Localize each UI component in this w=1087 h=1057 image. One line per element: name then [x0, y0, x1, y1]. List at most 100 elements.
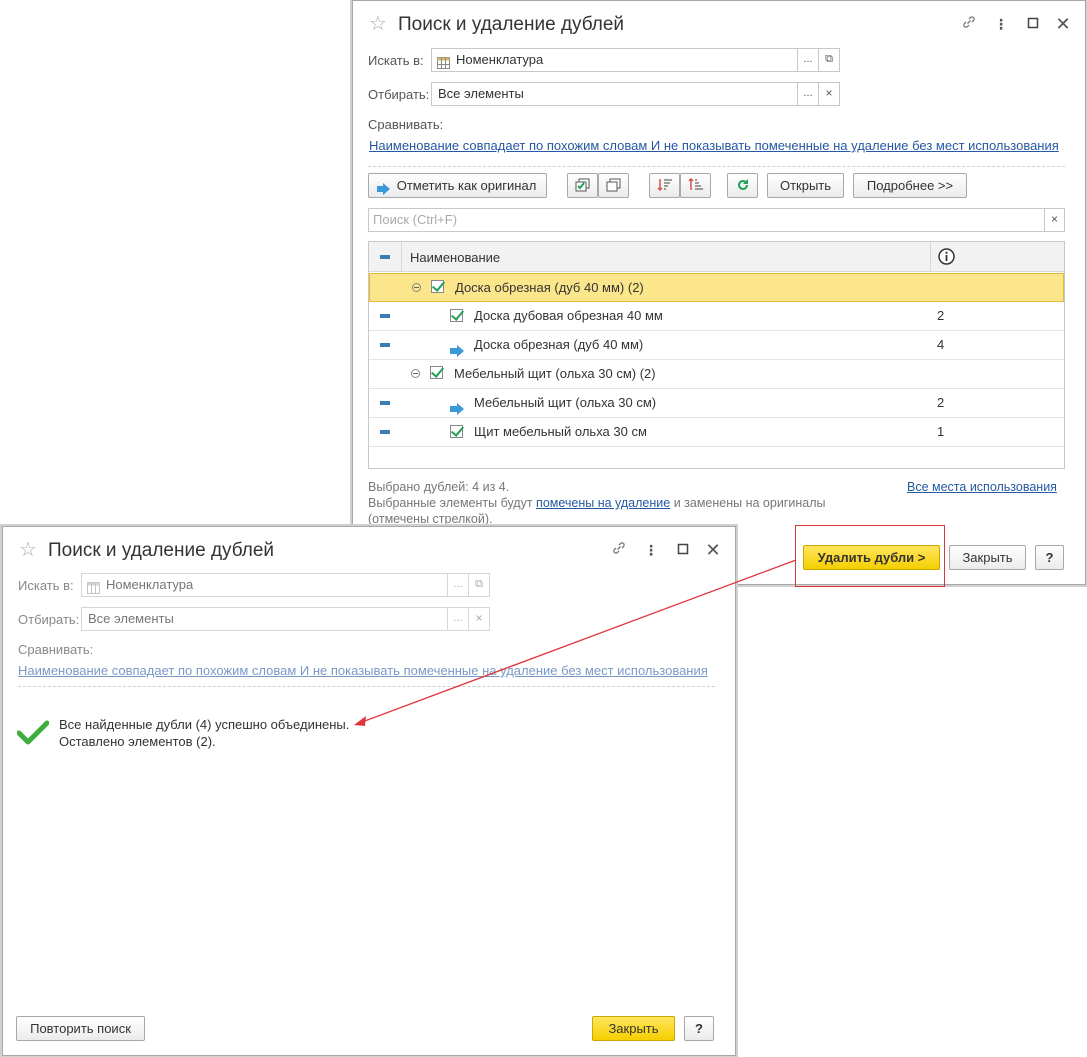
help-button[interactable]: ? — [684, 1016, 714, 1041]
mark-as-original-label: Отметить как оригинал — [396, 178, 537, 193]
maximize-icon[interactable] — [673, 540, 693, 560]
more-details-button[interactable]: Подробнее >> — [853, 173, 967, 198]
filter-field: Все элементы — [81, 607, 448, 631]
window-titlebar: ☆ Поиск и удаление дублей ⋮ ✕ — [3, 527, 735, 575]
separator — [18, 686, 715, 687]
collapse-icon[interactable] — [411, 369, 420, 378]
info-icon[interactable] — [938, 248, 955, 268]
status-line-3: (отмечены стрелкой). — [368, 512, 493, 526]
refresh-button[interactable] — [727, 173, 758, 198]
row-count: 2 — [937, 308, 945, 323]
uncheck-all-icon — [606, 178, 621, 195]
original-arrow-icon — [450, 397, 464, 415]
item-mark-icon — [380, 430, 390, 434]
search-in-value: Номенклатура — [456, 52, 544, 67]
item-mark-icon — [380, 401, 390, 405]
search-in-choose-button[interactable]: ... — [797, 48, 819, 72]
window-title: Поиск и удаление дублей — [48, 540, 275, 561]
open-icon[interactable]: ⧉ — [818, 48, 840, 72]
check-all-button[interactable] — [567, 173, 598, 198]
more-actions-icon[interactable]: ⋮ — [641, 540, 661, 560]
checkbox[interactable] — [450, 309, 463, 322]
filter-value: Все элементы — [88, 611, 174, 626]
favorite-star-icon[interactable]: ☆ — [19, 539, 37, 561]
filter-value: Все элементы — [438, 86, 524, 101]
check-all-icon — [575, 178, 590, 195]
row-name: Мебельный щит (ольха 30 см) — [474, 395, 657, 410]
duplicate-result-window: ☆ Поиск и удаление дублей ⋮ ✕ Искать в: … — [2, 526, 736, 1056]
close-icon[interactable]: ✕ — [1053, 14, 1073, 34]
column-header-name[interactable]: Наименование — [410, 250, 500, 265]
checkbox[interactable] — [450, 425, 463, 438]
status-text-part: Выбранные элементы будут — [368, 496, 537, 510]
compare-settings-link: Наименование совпадает по похожим словам… — [18, 663, 708, 678]
filter-choose-button: ... — [447, 607, 469, 631]
catalog-table-icon — [437, 54, 450, 76]
item-mark-icon — [380, 343, 390, 347]
selected-count-text: Выбрано дублей: 4 из 4. — [368, 480, 510, 494]
status-line-2: Выбранные элементы будут помечены на уда… — [368, 496, 825, 510]
search-in-label: Искать в: — [18, 578, 74, 593]
filter-label: Отбирать: — [18, 612, 80, 627]
refresh-icon — [736, 179, 750, 195]
table-row[interactable]: Мебельный щит (ольха 30 см) 2 — [369, 389, 1064, 418]
checkbox[interactable] — [430, 366, 443, 379]
column-separator — [930, 242, 931, 272]
row-name: Доска обрезная (дуб 40 мм) (2) — [455, 280, 644, 295]
search-in-choose-button: ... — [447, 573, 469, 597]
row-name: Мебельный щит (ольха 30 см) (2) — [454, 366, 656, 381]
close-button[interactable]: Закрыть — [592, 1016, 675, 1041]
item-mark-icon — [380, 314, 390, 318]
header-mark-icon[interactable] — [380, 255, 390, 259]
catalog-table-icon — [87, 579, 100, 601]
duplicates-table: Наименование Доска обрезная (дуб 40 мм) … — [368, 241, 1065, 469]
search-in-field: Номенклатура — [81, 573, 448, 597]
table-row[interactable]: Доска обрезная (дуб 40 мм) (2) — [369, 273, 1064, 302]
table-header: Наименование — [369, 242, 1064, 272]
column-separator — [401, 242, 402, 272]
status-text-part: и заменены на оригиналы — [670, 496, 826, 510]
favorite-star-icon[interactable]: ☆ — [369, 13, 387, 35]
search-in-field[interactable]: Номенклатура — [431, 48, 798, 72]
repeat-search-button[interactable]: Повторить поиск — [16, 1016, 145, 1041]
table-row[interactable]: Доска обрезная (дуб 40 мм) 4 — [369, 331, 1064, 360]
open-button[interactable]: Открыть — [767, 173, 844, 198]
table-row[interactable]: Мебельный щит (ольха 30 см) (2) — [369, 360, 1064, 389]
marked-for-deletion-link[interactable]: помечены на удаление — [536, 496, 670, 510]
open-icon: ⧉ — [468, 573, 490, 597]
uncheck-all-button[interactable] — [598, 173, 629, 198]
search-in-value: Номенклатура — [106, 577, 194, 592]
compare-label: Сравнивать: — [18, 642, 94, 657]
link-icon[interactable] — [609, 540, 629, 560]
close-icon[interactable]: ✕ — [703, 540, 723, 560]
maximize-icon[interactable] — [1023, 14, 1043, 34]
table-row[interactable]: Доска дубовая обрезная 40 мм 2 — [369, 302, 1064, 331]
original-arrow-icon — [450, 339, 464, 357]
collapse-icon[interactable] — [412, 283, 421, 292]
compare-settings-link[interactable]: Наименование совпадает по похожим словам… — [369, 138, 1059, 153]
all-usages-link[interactable]: Все места использования — [907, 480, 1057, 494]
duplicate-search-window: ☆ Поиск и удаление дублей ⋮ ✕ Искать в: … — [352, 0, 1086, 585]
filter-label: Отбирать: — [368, 87, 430, 102]
search-input[interactable]: Поиск (Ctrl+F) — [368, 208, 1045, 232]
success-check-icon — [16, 719, 50, 748]
sort-descending-button[interactable] — [649, 173, 680, 198]
close-button[interactable]: Закрыть — [949, 545, 1026, 570]
link-icon[interactable] — [959, 14, 979, 34]
checkbox[interactable] — [431, 280, 444, 293]
mark-as-original-button[interactable]: Отметить как оригинал — [368, 173, 547, 198]
filter-field[interactable]: Все элементы — [431, 82, 798, 106]
more-actions-icon[interactable]: ⋮ — [991, 14, 1011, 34]
annotation-highlight-box — [795, 525, 945, 587]
row-count: 1 — [937, 424, 945, 439]
window-title: Поиск и удаление дублей — [398, 14, 625, 35]
clear-icon[interactable]: × — [818, 82, 840, 106]
sort-ascending-icon — [687, 177, 704, 195]
sort-ascending-button[interactable] — [680, 173, 711, 198]
search-in-label: Искать в: — [368, 53, 424, 68]
table-row[interactable]: Щит мебельный ольха 30 см 1 — [369, 418, 1064, 447]
help-button[interactable]: ? — [1035, 545, 1064, 570]
clear-search-icon[interactable]: × — [1044, 208, 1065, 232]
clear-icon: × — [468, 607, 490, 631]
filter-choose-button[interactable]: ... — [797, 82, 819, 106]
